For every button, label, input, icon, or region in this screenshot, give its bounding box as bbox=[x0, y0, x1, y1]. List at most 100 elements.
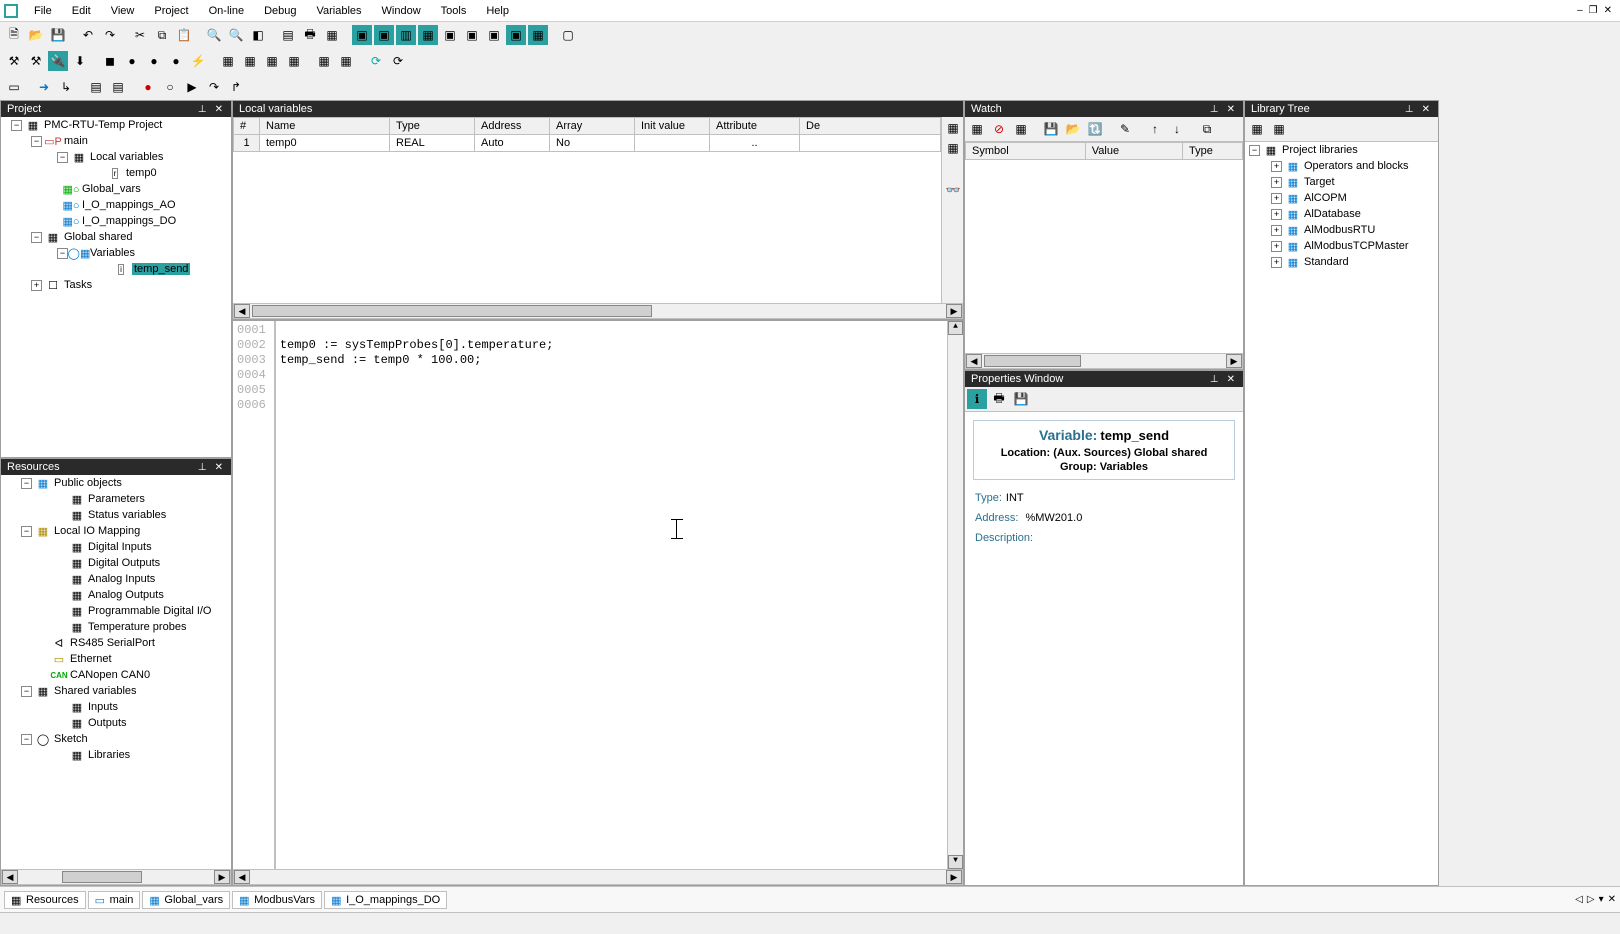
watch-refresh-icon[interactable]: 🔃 bbox=[1085, 119, 1105, 139]
outputs-node[interactable]: Outputs bbox=[88, 717, 127, 729]
fullscreen-icon[interactable]: ▢ bbox=[558, 25, 578, 45]
scroll-left-icon[interactable]: ◀ bbox=[234, 304, 250, 318]
close-icon[interactable]: ✕ bbox=[1225, 104, 1237, 115]
shared-vars-node[interactable]: Shared variables bbox=[54, 685, 137, 697]
tab-resources[interactable]: ▦Resources bbox=[4, 891, 86, 909]
watch-table-icon[interactable]: ▦ bbox=[284, 51, 304, 71]
col-address[interactable]: Address bbox=[475, 118, 550, 135]
scroll-thumb[interactable] bbox=[252, 305, 652, 317]
pin-icon[interactable]: ⊥ bbox=[1403, 104, 1416, 115]
props-print-icon[interactable]: 🖶 bbox=[989, 389, 1009, 409]
new-file-icon[interactable]: 🗎 bbox=[4, 25, 24, 45]
tab-main[interactable]: ▭main bbox=[88, 891, 141, 909]
watch-wand-icon[interactable]: ✎ bbox=[1115, 119, 1135, 139]
resources-hscroll[interactable]: ◀ ▶ bbox=[1, 869, 231, 885]
col-type[interactable]: Type bbox=[390, 118, 475, 135]
scroll-right-icon[interactable]: ▶ bbox=[1226, 354, 1242, 368]
watch-hscroll[interactable]: ◀ ▶ bbox=[965, 353, 1243, 369]
tab-close-icon[interactable]: ✕ bbox=[1608, 894, 1616, 905]
compile-icon[interactable]: ⚒ bbox=[4, 51, 24, 71]
run-fast-icon[interactable]: ⚡ bbox=[188, 51, 208, 71]
tasks-node[interactable]: Tasks bbox=[64, 279, 92, 291]
watch-open-icon[interactable]: 📂 bbox=[1063, 119, 1083, 139]
scroll-left-icon[interactable]: ◀ bbox=[2, 870, 18, 884]
variables-node[interactable]: Variables bbox=[90, 247, 135, 259]
code-hscroll[interactable]: ◀ ▶ bbox=[233, 869, 963, 885]
canopen-node[interactable]: CANopen CAN0 bbox=[70, 669, 150, 681]
scroll-right-icon[interactable]: ▶ bbox=[946, 304, 962, 318]
lib-root[interactable]: Project libraries bbox=[1282, 144, 1358, 156]
localvars-grid[interactable]: # Name Type Address Array Init value Att… bbox=[233, 117, 941, 303]
download-icon[interactable]: ⬇ bbox=[70, 51, 90, 71]
scroll-thumb[interactable] bbox=[984, 355, 1081, 367]
pin-icon[interactable]: ⊥ bbox=[196, 462, 209, 473]
scroll-right-icon[interactable]: ▶ bbox=[214, 870, 230, 884]
watch-remove-icon[interactable]: ▦ bbox=[240, 51, 260, 71]
stop-circle-icon[interactable]: ◼ bbox=[100, 51, 120, 71]
code-vscroll[interactable]: ▲ ▼ bbox=[947, 321, 963, 869]
refresh-circle-icon[interactable]: ⟳ bbox=[366, 51, 386, 71]
temp0-var[interactable]: temp0 bbox=[126, 167, 157, 179]
tab-list-icon[interactable]: ▾ bbox=[1599, 894, 1604, 905]
watch-tool-3-icon[interactable]: ▦ bbox=[1011, 119, 1031, 139]
ai-node[interactable]: Analog Inputs bbox=[88, 573, 155, 585]
print-icon[interactable]: 🖶 bbox=[300, 25, 320, 45]
print-project-icon[interactable]: ▦ bbox=[322, 25, 342, 45]
break-icon[interactable]: ○ bbox=[160, 77, 180, 97]
goto-icon[interactable]: ➜ bbox=[34, 77, 54, 97]
menu-online[interactable]: On-line bbox=[199, 3, 254, 19]
window-restore[interactable]: ❐ bbox=[1589, 5, 1598, 16]
col-num[interactable]: # bbox=[234, 118, 260, 135]
watch-col-value[interactable]: Value bbox=[1085, 143, 1182, 160]
step-into-icon[interactable]: ↳ bbox=[56, 77, 76, 97]
scroll-down-icon[interactable]: ▼ bbox=[948, 855, 963, 869]
tab-io-do[interactable]: ▦I_O_mappings_DO bbox=[324, 891, 447, 909]
localvars-node[interactable]: Local variables bbox=[90, 151, 163, 163]
menu-debug[interactable]: Debug bbox=[254, 3, 306, 19]
pin-icon[interactable]: ⊥ bbox=[1208, 104, 1221, 115]
watch-tool-1-icon[interactable]: ▦ bbox=[967, 119, 987, 139]
project-tree[interactable]: −▦PMC-RTU-Temp Project −▭Pmain −▦Local v… bbox=[1, 117, 231, 457]
io-ao-node[interactable]: I_O_mappings_AO bbox=[82, 199, 176, 211]
window-close[interactable]: ✕ bbox=[1604, 5, 1612, 16]
sketch-node[interactable]: Sketch bbox=[54, 733, 88, 745]
layout-3-icon[interactable]: ▥ bbox=[396, 25, 416, 45]
watch-col-symbol[interactable]: Symbol bbox=[966, 143, 1086, 160]
status-vars-node[interactable]: Status variables bbox=[88, 509, 166, 521]
print-preview-icon[interactable]: ▤ bbox=[278, 25, 298, 45]
lib-view-2-icon[interactable]: ▦ bbox=[1269, 119, 1289, 139]
lib-aldatabase[interactable]: AlDatabase bbox=[1304, 208, 1361, 220]
col-array[interactable]: Array bbox=[550, 118, 635, 135]
scroll-left-icon[interactable]: ◀ bbox=[234, 870, 250, 884]
step-out-icon[interactable]: ↱ bbox=[226, 77, 246, 97]
connect-icon[interactable]: 🔌 bbox=[48, 51, 68, 71]
build-icon[interactable]: ⚒ bbox=[26, 51, 46, 71]
object-a-icon[interactable]: ▭ bbox=[4, 77, 24, 97]
reset-circle-icon[interactable]: ⟳ bbox=[388, 51, 408, 71]
watch-all-icon[interactable]: ▦ bbox=[262, 51, 282, 71]
localvars-hscroll[interactable]: ◀ ▶ bbox=[233, 303, 963, 319]
local-io-node[interactable]: Local IO Mapping bbox=[54, 525, 140, 537]
panel-9-icon[interactable]: ▦ bbox=[528, 25, 548, 45]
libraries-node[interactable]: Libraries bbox=[88, 749, 130, 761]
watch-save-icon[interactable]: 💾 bbox=[1041, 119, 1061, 139]
panel-7-icon[interactable]: ▣ bbox=[484, 25, 504, 45]
code-content[interactable]: temp0 := sysTempProbes[0].temperature; t… bbox=[276, 321, 947, 869]
table-a-icon[interactable]: ▦ bbox=[314, 51, 334, 71]
cut-icon[interactable]: ✂ bbox=[130, 25, 150, 45]
menu-edit[interactable]: Edit bbox=[62, 3, 101, 19]
public-objects-node[interactable]: Public objects bbox=[54, 477, 122, 489]
temp-send-var[interactable]: temp_send bbox=[132, 263, 190, 275]
io-do-node[interactable]: I_O_mappings_DO bbox=[82, 215, 176, 227]
watch-add-icon[interactable]: ▦ bbox=[218, 51, 238, 71]
copy-icon[interactable]: ⧉ bbox=[152, 25, 172, 45]
scroll-thumb[interactable] bbox=[62, 871, 142, 883]
paste-icon[interactable]: 📋 bbox=[174, 25, 194, 45]
menu-help[interactable]: Help bbox=[476, 3, 519, 19]
lib-almodbusrtu[interactable]: AlModbusRTU bbox=[1304, 224, 1375, 236]
bookmark-icon[interactable]: ◧ bbox=[248, 25, 268, 45]
tab-global-vars[interactable]: ▦Global_vars bbox=[142, 891, 230, 909]
lib-view-1-icon[interactable]: ▦ bbox=[1247, 119, 1267, 139]
ethernet-node[interactable]: Ethernet bbox=[70, 653, 112, 665]
project-root[interactable]: PMC-RTU-Temp Project bbox=[44, 119, 162, 131]
